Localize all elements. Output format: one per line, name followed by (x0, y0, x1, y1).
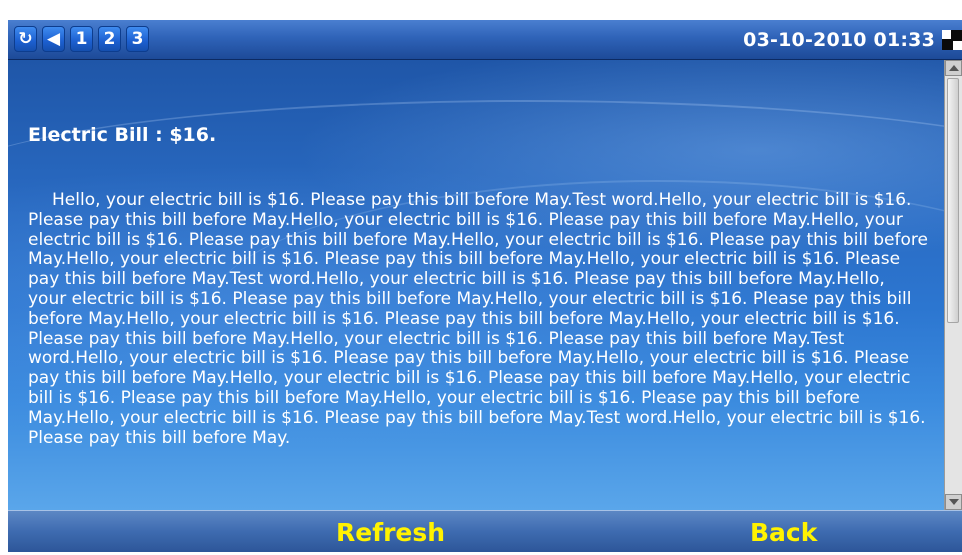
scroll-up-button[interactable] (945, 60, 962, 76)
account-2-icon[interactable]: 2 (98, 26, 121, 52)
back-button[interactable]: Back (750, 511, 817, 553)
softkey-bar: Refresh Back (8, 510, 962, 552)
vertical-scrollbar[interactable] (944, 60, 962, 510)
message-body: Hello, your electric bill is $16. Please… (28, 190, 928, 448)
grid-cell (953, 30, 962, 39)
sync-icon[interactable]: ↻ (14, 26, 37, 52)
message-view: Electric Bill : $16. Hello, your electri… (8, 60, 944, 510)
arrow-up-icon (949, 65, 959, 71)
grid-cell (942, 41, 951, 50)
grid-cell (953, 41, 962, 50)
status-bar: ↻ ◀ 1 2 3 03-10-2010 01:33 (8, 20, 962, 60)
refresh-button[interactable]: Refresh (336, 511, 445, 553)
scroll-thumb[interactable] (947, 78, 959, 323)
account-3-icon[interactable]: 3 (126, 26, 149, 52)
speaker-icon[interactable]: ◀ (42, 26, 65, 52)
grid-icon[interactable] (942, 30, 962, 50)
date-time: 03-10-2010 01:33 (743, 29, 935, 51)
grid-cell (942, 30, 951, 39)
arrow-down-icon (949, 499, 959, 505)
account-1-icon[interactable]: 1 (70, 26, 93, 52)
scroll-down-button[interactable] (945, 494, 962, 510)
message-title: Electric Bill : $16. (28, 124, 217, 146)
